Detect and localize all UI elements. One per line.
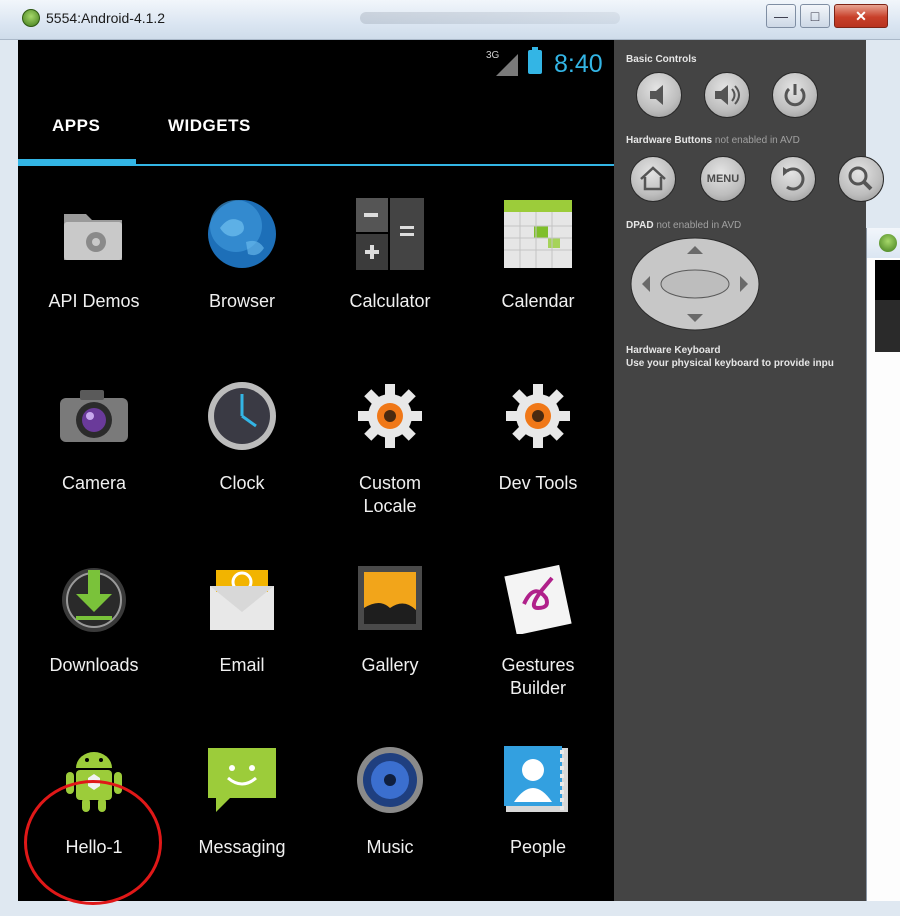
app-label: Gallery	[361, 655, 419, 675]
app-downloads[interactable]: Downloads	[20, 554, 168, 734]
app-label: Music	[366, 837, 414, 857]
app-clock[interactable]: Clock	[168, 372, 316, 552]
android-emulator-icon	[879, 234, 897, 252]
menu-button[interactable]: MENU	[700, 156, 746, 202]
app-label: Downloads	[49, 655, 139, 675]
background-window-screen	[875, 260, 900, 300]
signal-icon: 3G	[486, 50, 520, 76]
app-email[interactable]: Email	[168, 554, 316, 734]
gear-icon	[502, 380, 574, 452]
back-icon	[783, 167, 805, 191]
background-window[interactable]	[866, 228, 900, 901]
gear-icon	[354, 380, 426, 452]
back-button[interactable]	[770, 156, 816, 202]
power-button[interactable]	[772, 72, 818, 118]
window-title: 5554:Android-4.1.2	[46, 10, 166, 26]
status-time: 8:40	[554, 50, 603, 78]
status-bar: 3G 8:40	[18, 40, 614, 88]
app-label: Dev Tools	[498, 473, 578, 493]
window-title-bar: 5554:Android-4.1.2 — □ ✕	[0, 0, 900, 40]
clock-icon	[206, 380, 278, 452]
app-browser[interactable]: Browser	[168, 190, 316, 370]
blurred-title-area	[360, 12, 620, 24]
app-label: Browser	[208, 291, 275, 311]
app-people[interactable]: People	[464, 736, 612, 916]
dpad-label: DPAD	[626, 220, 654, 231]
app-gestures-builder[interactable]: Gestures Builder	[464, 554, 612, 734]
folder-gear-icon	[58, 198, 130, 270]
calendar-icon	[502, 198, 574, 270]
home-button[interactable]	[630, 156, 676, 202]
hardware-buttons-title: Hardware Buttons not enabled in AVD	[626, 135, 800, 146]
search-button[interactable]	[838, 156, 884, 202]
camera-icon	[58, 380, 130, 452]
android-emulator-icon	[22, 9, 40, 27]
search-icon	[848, 166, 873, 191]
app-calendar[interactable]: Calendar	[464, 190, 612, 370]
app-drawer-tabs: APPS WIDGETS	[18, 88, 614, 170]
basic-controls-title: Basic Controls	[626, 54, 697, 65]
app-label: Custom Locale	[358, 473, 421, 516]
battery-icon	[528, 47, 542, 74]
email-icon	[206, 562, 278, 634]
maximize-button[interactable]: □	[800, 4, 830, 28]
app-label: Email	[219, 655, 265, 675]
power-icon	[784, 84, 806, 107]
app-label: People	[509, 837, 567, 857]
app-label: Gestures Builder	[501, 655, 575, 698]
hardware-buttons-label: Hardware Buttons	[626, 135, 713, 146]
background-window-screen-panel	[875, 300, 900, 352]
app-label: API Demos	[48, 291, 140, 311]
app-api-demos[interactable]: API Demos	[20, 190, 168, 370]
app-gallery[interactable]: Gallery	[316, 554, 464, 734]
emulator-controls-panel: Basic Controls Hardware Buttons not enab…	[614, 40, 884, 901]
speaker-icon	[354, 744, 426, 816]
app-label: Messaging	[198, 837, 286, 857]
message-icon	[206, 744, 278, 816]
hardware-buttons-note: not enabled in AVD	[714, 135, 800, 146]
app-label: Clock	[219, 473, 265, 493]
globe-icon	[206, 198, 278, 270]
volume-up-button[interactable]	[704, 72, 750, 118]
app-label: Camera	[61, 473, 127, 493]
volume-down-icon	[650, 85, 663, 105]
dpad-title: DPAD not enabled in AVD	[626, 220, 741, 231]
hardware-keyboard-title: Hardware Keyboard	[626, 345, 721, 356]
contacts-icon	[502, 744, 574, 816]
app-label: Calculator	[349, 291, 431, 311]
dpad[interactable]	[630, 236, 760, 332]
home-icon	[640, 166, 666, 191]
app-custom-locale[interactable]: Custom Locale	[316, 372, 464, 552]
background-window-titlebar	[867, 228, 900, 258]
device-screen: 3G 8:40 APPS WIDGETS API Demos Browser C…	[18, 40, 614, 905]
app-camera[interactable]: Camera	[20, 372, 168, 552]
app-calculator[interactable]: Calculator	[316, 190, 464, 370]
app-music[interactable]: Music	[316, 736, 464, 916]
app-label: Calendar	[501, 291, 575, 311]
volume-up-icon	[715, 85, 740, 105]
hardware-keyboard-note: Use your physical keyboard to provide in…	[626, 358, 834, 369]
download-icon	[58, 562, 130, 634]
highlight-circle	[24, 780, 162, 905]
dpad-note: not enabled in AVD	[656, 220, 742, 231]
volume-down-button[interactable]	[636, 72, 682, 118]
gallery-icon	[354, 562, 426, 634]
tab-widgets[interactable]: WIDGETS	[168, 116, 251, 136]
gestures-icon	[502, 562, 574, 636]
close-button[interactable]: ✕	[834, 4, 888, 28]
tab-divider	[18, 164, 614, 166]
app-dev-tools[interactable]: Dev Tools	[464, 372, 612, 552]
tab-apps[interactable]: APPS	[52, 116, 100, 136]
calculator-icon	[354, 198, 426, 270]
minimize-button[interactable]: —	[766, 4, 796, 28]
app-messaging[interactable]: Messaging	[168, 736, 316, 916]
